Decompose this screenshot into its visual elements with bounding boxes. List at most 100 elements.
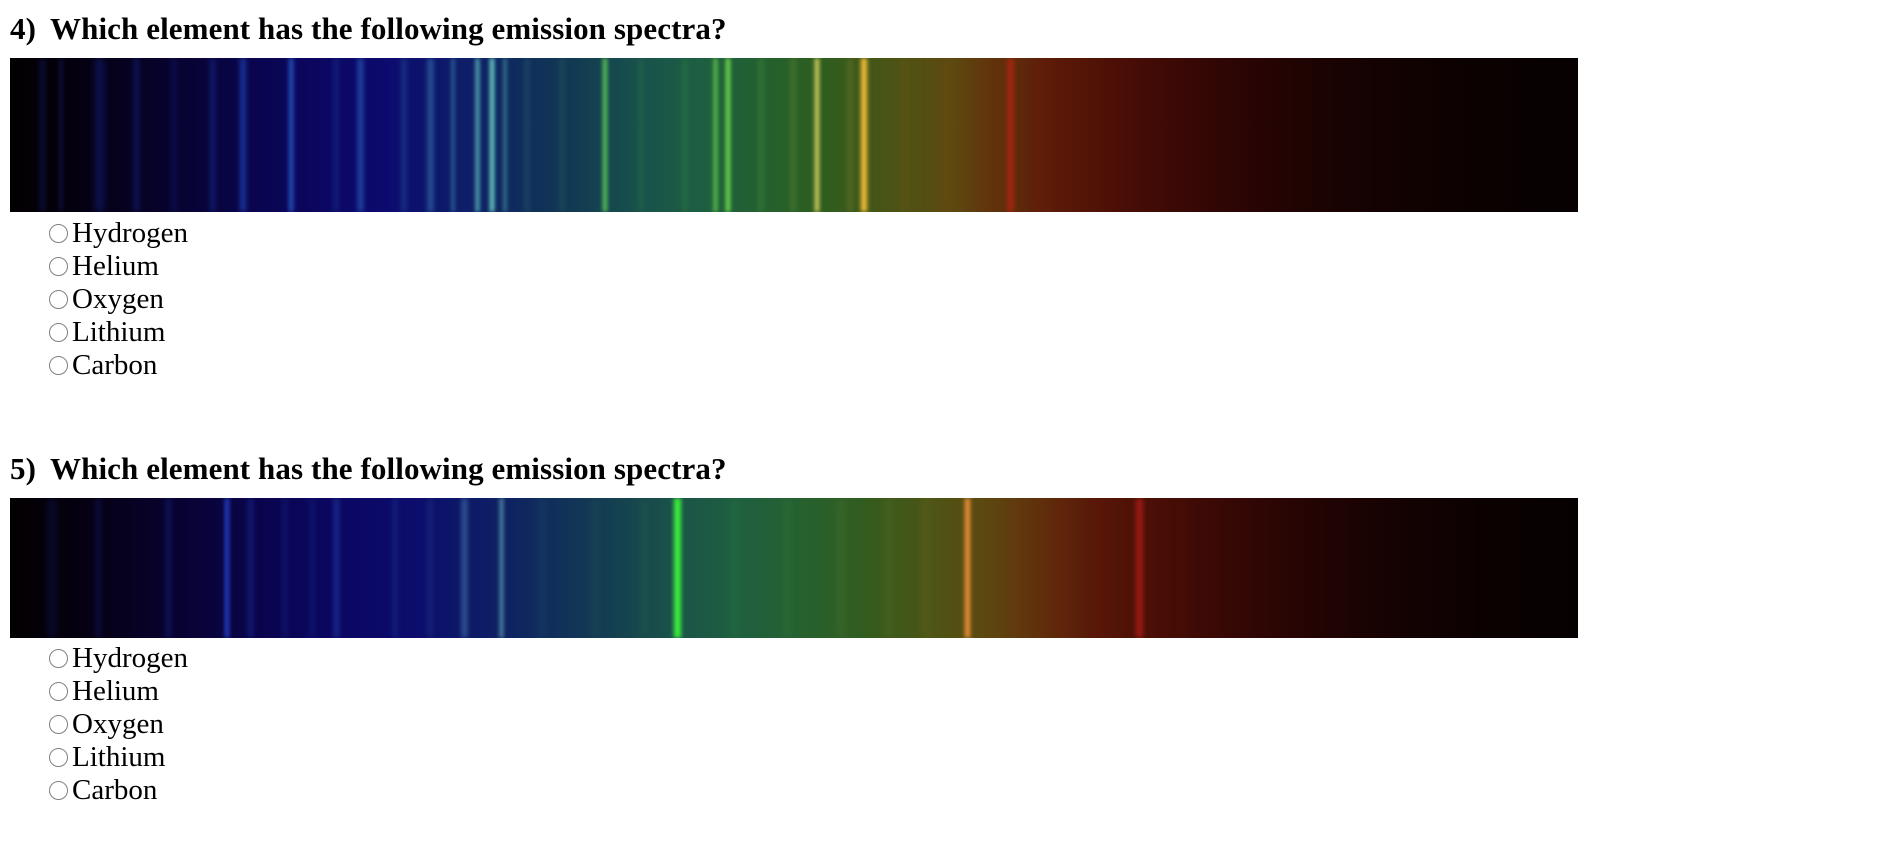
spectral-line (50, 498, 55, 638)
spectral-line (97, 58, 103, 212)
radio-button-icon[interactable] (49, 682, 68, 701)
spectral-line (593, 498, 596, 638)
radio-button-icon[interactable] (49, 715, 68, 734)
spectral-line (786, 498, 789, 638)
spectral-line (924, 498, 927, 638)
question-block-5: 5) Which element has the following emissi… (0, 440, 1882, 807)
spectral-line (602, 58, 607, 212)
spectral-line (560, 58, 563, 212)
spectral-line (310, 498, 313, 638)
option-label: Hydrogen (72, 642, 188, 674)
question-text-5: Which element has the following emission… (50, 451, 727, 486)
spectral-line (335, 498, 339, 638)
option-label: Helium (72, 675, 159, 707)
answer-options-4: Hydrogen Helium Oxygen Lithium Carbon (0, 212, 1882, 382)
option-label: Lithium (72, 316, 166, 348)
spectral-line (403, 58, 406, 212)
option-label: Lithium (72, 741, 166, 773)
spectral-line (241, 58, 246, 212)
spectral-line (173, 58, 176, 212)
option-row[interactable]: Hydrogen (0, 642, 1882, 675)
worksheet-page: 4) Which element has the following emissi… (0, 0, 1882, 856)
spectral-line (1037, 58, 1041, 212)
radio-button-icon[interactable] (49, 290, 68, 309)
option-row[interactable]: Lithium (0, 741, 1882, 774)
option-label: Hydrogen (72, 217, 188, 249)
spectral-line (964, 498, 970, 638)
spectral-line (541, 498, 544, 638)
spectral-line (726, 58, 731, 212)
emission-spectrum-image-5 (10, 498, 1578, 638)
radio-button-icon[interactable] (49, 748, 68, 767)
radio-button-icon[interactable] (49, 224, 68, 243)
option-label: Carbon (72, 349, 158, 381)
spectral-line (489, 58, 494, 212)
question-number-5: 5) (10, 451, 37, 486)
spectrum-emission-lines-4 (10, 58, 1578, 212)
option-row[interactable]: Oxygen (0, 708, 1882, 741)
radio-button-icon[interactable] (49, 323, 68, 342)
spectral-line (40, 58, 44, 212)
spectral-line (733, 498, 736, 638)
radio-button-icon[interactable] (49, 257, 68, 276)
spectral-line (1180, 498, 1184, 638)
spectral-line (167, 498, 171, 638)
spectral-line (211, 58, 215, 212)
spectral-line (284, 498, 287, 638)
option-label: Helium (72, 250, 159, 282)
spectral-line (814, 58, 819, 212)
spectral-line (1060, 498, 1063, 638)
radio-button-icon[interactable] (49, 649, 68, 668)
spectral-line (60, 58, 63, 212)
option-row[interactable]: Carbon (0, 774, 1882, 807)
option-row[interactable]: Helium (0, 250, 1882, 283)
question-heading-4: 4) Which element has the following emissi… (0, 0, 1882, 58)
option-row[interactable]: Carbon (0, 349, 1882, 382)
spectral-line (452, 58, 455, 212)
option-row[interactable]: Helium (0, 675, 1882, 708)
spectral-line (475, 58, 479, 212)
spectral-line (886, 498, 889, 638)
question-text-4: Which element has the following emission… (50, 11, 727, 46)
spectral-line (849, 58, 852, 212)
option-row[interactable]: Lithium (0, 316, 1882, 349)
spectral-line (289, 58, 293, 212)
option-label: Oxygen (72, 708, 164, 740)
spectral-line (642, 498, 645, 638)
spectral-line (673, 498, 681, 638)
radio-button-icon[interactable] (49, 356, 68, 375)
radio-button-icon[interactable] (49, 781, 68, 800)
spectral-line (861, 58, 868, 212)
spectral-line (791, 58, 794, 212)
option-row[interactable]: Hydrogen (0, 217, 1882, 250)
spectral-line (1014, 498, 1017, 638)
spectral-line (394, 498, 397, 638)
spectral-line (249, 498, 252, 638)
option-row[interactable]: Oxygen (0, 283, 1882, 316)
spectral-line (462, 498, 466, 638)
spectral-line (504, 58, 507, 212)
option-label: Carbon (72, 774, 158, 806)
spectral-line (640, 58, 643, 212)
emission-spectrum-image-4 (10, 58, 1578, 212)
spectral-line (684, 58, 687, 212)
spectral-line (428, 58, 432, 212)
spectral-line (224, 498, 229, 638)
spectral-line (983, 58, 986, 212)
spectral-line (1095, 498, 1098, 638)
question-heading-5: 5) Which element has the following emissi… (0, 440, 1882, 498)
spectral-line (1007, 58, 1013, 212)
spectral-line (499, 498, 503, 638)
spectral-line (96, 498, 100, 638)
spectral-line (526, 58, 529, 212)
spectral-line (759, 58, 762, 212)
spectral-line (134, 58, 138, 212)
spectral-line (358, 58, 362, 212)
spectral-line (943, 58, 946, 212)
answer-options-5: Hydrogen Helium Oxygen Lithium Carbon (0, 638, 1882, 807)
spectral-line (903, 58, 906, 212)
question-block-4: 4) Which element has the following emissi… (0, 0, 1882, 382)
spectral-line (714, 58, 718, 212)
spectral-line (1136, 498, 1142, 638)
question-number-4: 4) (10, 11, 37, 46)
